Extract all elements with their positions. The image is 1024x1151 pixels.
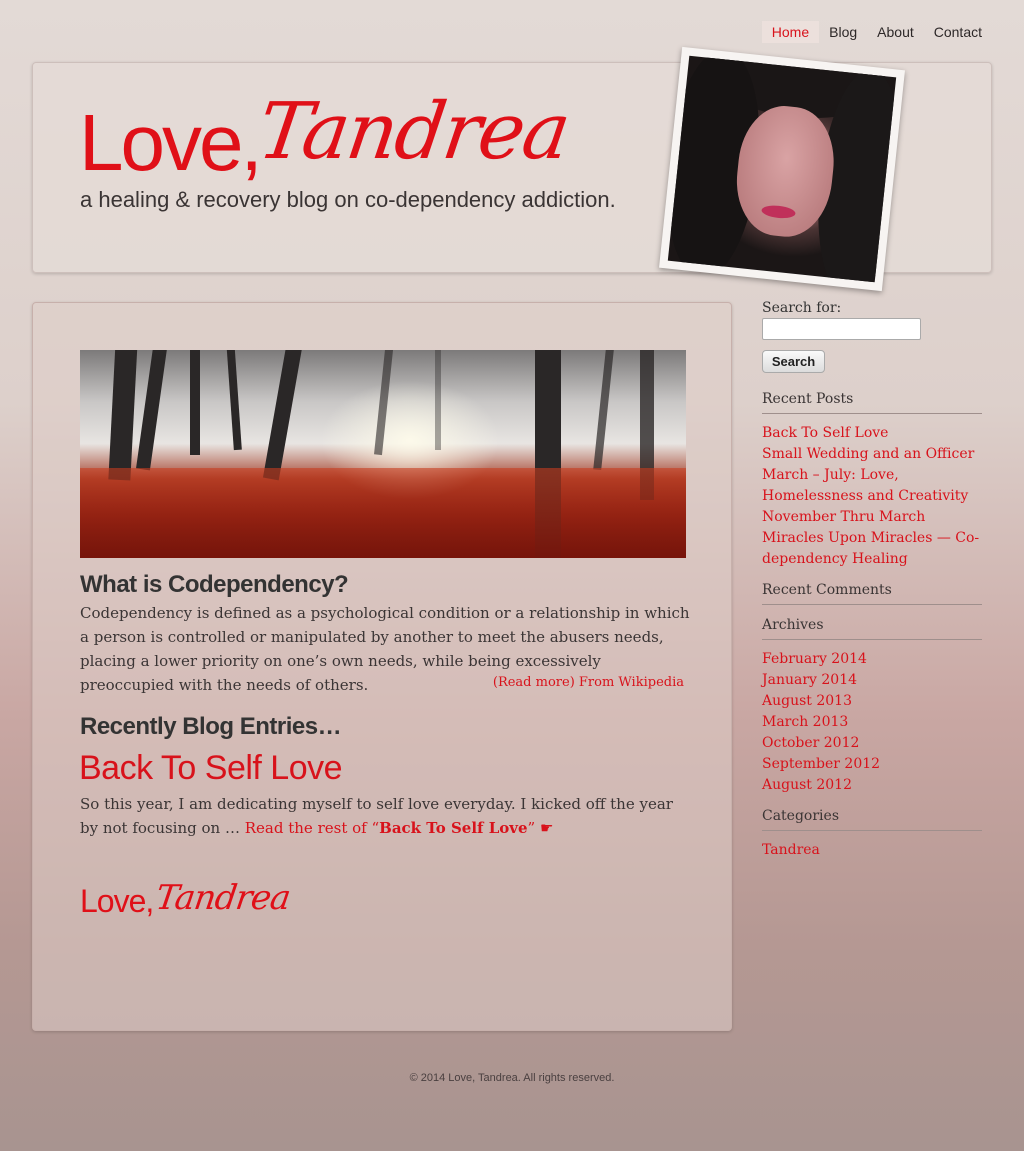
search-button[interactable]: Search — [762, 350, 825, 373]
recent-entries-heading: Recently Blog Entries… — [80, 713, 342, 740]
nav-home[interactable]: Home — [761, 21, 820, 43]
list-item: November Thru March — [762, 507, 982, 528]
archive-link[interactable]: February 2014 — [762, 651, 867, 667]
archives-title: Archives — [762, 617, 982, 640]
list-item: September 2012 — [762, 754, 982, 775]
nav-contact[interactable]: Contact — [924, 21, 992, 43]
list-item: March – July: Love, Homelessness and Cre… — [762, 465, 982, 507]
recent-posts-title: Recent Posts — [762, 391, 982, 414]
hero-forest-image — [80, 350, 686, 558]
archive-link[interactable]: August 2013 — [762, 693, 852, 709]
footer-copyright: © 2014 Love, Tandrea. All rights reserve… — [409, 1072, 615, 1084]
list-item: Miracles Upon Miracles — Co-dependency H… — [762, 528, 982, 570]
nav-blog[interactable]: Blog — [819, 21, 867, 43]
archives-widget: Archives February 2014 January 2014 Augu… — [762, 617, 982, 796]
read-more-wikipedia-link[interactable]: (Read more) From Wikipedia — [493, 675, 684, 690]
categories-widget: Categories Tandrea — [762, 808, 982, 861]
recent-posts-widget: Recent Posts Back To Self Love Small Wed… — [762, 391, 982, 570]
signature-script: Tandrea — [153, 878, 293, 918]
signature-love: Love, — [80, 883, 154, 919]
list-item: August 2013 — [762, 691, 982, 712]
author-photo — [667, 55, 897, 283]
categories-title: Categories — [762, 808, 982, 831]
read-rest-link[interactable]: Read the rest of “Back To Self Love” ☛ — [245, 819, 554, 837]
recent-comments-widget: Recent Comments — [762, 582, 982, 605]
codependency-heading: What is Codependency? — [80, 571, 349, 598]
list-item: Back To Self Love — [762, 423, 982, 444]
recent-comments-title: Recent Comments — [762, 582, 982, 605]
recent-post-link[interactable]: March – July: Love, Homelessness and Cre… — [762, 467, 968, 504]
sidebar: Search for: Search Recent Posts Back To … — [762, 300, 982, 861]
recent-post-link[interactable]: Miracles Upon Miracles — Co-dependency H… — [762, 530, 979, 567]
logo-love-text[interactable]: Love, — [79, 103, 263, 183]
recent-post-link[interactable]: November Thru March — [762, 509, 925, 525]
logo-script-text[interactable]: Tandrea — [253, 87, 574, 177]
main-content: What is Codependency? Codependency is de… — [32, 302, 732, 1031]
post-excerpt: So this year, I am dedicating myself to … — [80, 792, 690, 840]
nav-about[interactable]: About — [867, 21, 924, 43]
list-item: October 2012 — [762, 733, 982, 754]
list-item: February 2014 — [762, 649, 982, 670]
recent-post-link[interactable]: Back To Self Love — [762, 425, 888, 441]
list-item: Small Wedding and an Officer — [762, 444, 982, 465]
archive-link[interactable]: September 2012 — [762, 756, 880, 772]
search-input[interactable] — [762, 318, 921, 340]
list-item: Tandrea — [762, 840, 982, 861]
archive-link[interactable]: August 2012 — [762, 777, 852, 793]
list-item: January 2014 — [762, 670, 982, 691]
archive-link[interactable]: October 2012 — [762, 735, 859, 751]
category-link[interactable]: Tandrea — [762, 842, 820, 858]
post-title-link[interactable]: Back To Self Love — [79, 749, 343, 788]
archive-link[interactable]: March 2013 — [762, 714, 848, 730]
top-nav: Home Blog About Contact — [761, 21, 992, 43]
search-label: Search for: — [762, 300, 842, 316]
list-item: March 2013 — [762, 712, 982, 733]
site-tagline: a healing & recovery blog on co-dependen… — [80, 187, 616, 212]
recent-post-link[interactable]: Small Wedding and an Officer — [762, 446, 974, 462]
author-photo-frame — [659, 46, 905, 292]
archive-link[interactable]: January 2014 — [762, 672, 857, 688]
list-item: August 2012 — [762, 775, 982, 796]
